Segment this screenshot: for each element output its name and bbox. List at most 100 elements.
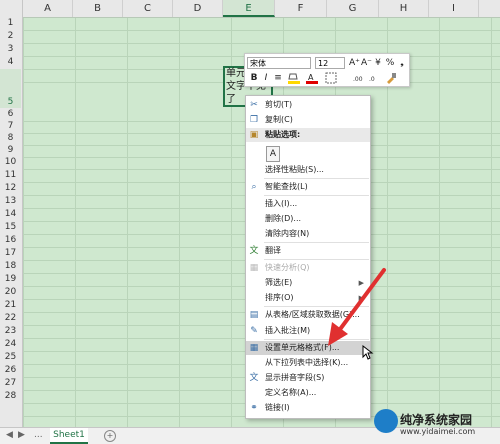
format-painter-button[interactable] <box>385 72 397 84</box>
menu-item-link[interactable]: ⚭ 链接(I) <box>246 401 370 415</box>
menu-item-cut[interactable]: ✂ 剪切(T) <box>246 98 370 112</box>
add-sheet-icon[interactable]: + <box>104 430 116 442</box>
grid-line <box>23 43 500 44</box>
percent-button[interactable]: % <box>385 57 395 69</box>
menu-item-sort[interactable]: 排序(O) ▶ <box>246 291 370 305</box>
column-header-a[interactable]: A <box>23 0 73 17</box>
italic-button[interactable]: I <box>261 72 271 84</box>
row-header[interactable]: 11 <box>0 169 21 182</box>
row-header[interactable]: 12 <box>0 182 21 195</box>
row-header[interactable]: 4 <box>0 56 21 69</box>
menu-separator <box>264 178 369 179</box>
grow-font-button[interactable]: A⁺ <box>349 57 360 69</box>
paste-text-icon: A <box>269 149 277 159</box>
comment-icon: ✎ <box>250 326 258 336</box>
menu-item-quick-analysis: ▦ 快速分析(Q) <box>249 263 310 273</box>
comma-style-button[interactable]: ❟ <box>397 57 407 69</box>
column-header-b[interactable]: B <box>73 0 123 17</box>
column-header-i[interactable]: I <box>429 0 479 17</box>
borders-button[interactable] <box>325 72 337 84</box>
column-header-bar: A B C D E F G H I <box>0 0 500 18</box>
translate-icon: 文 <box>249 246 259 256</box>
column-header-d[interactable]: D <box>173 0 223 17</box>
row-header[interactable]: 2 <box>0 30 21 43</box>
tab-scroll-right-icon[interactable]: ▶ <box>18 430 25 440</box>
menu-item-copy[interactable]: ❐ 复制(C) <box>246 113 370 127</box>
menu-item-format-cells[interactable]: ▦ 设置单元格格式(F)... <box>246 341 370 355</box>
row-header[interactable]: 8 <box>0 132 21 144</box>
link-icon: ⚭ <box>250 403 258 413</box>
sheet-tab-sheet1[interactable]: Sheet1 <box>50 428 88 444</box>
bold-button[interactable]: B <box>249 72 259 84</box>
row-header[interactable]: 10 <box>0 156 21 169</box>
menu-item-filter[interactable]: 筛选(E) ▶ <box>246 276 370 290</box>
row-header[interactable]: 3 <box>0 43 21 56</box>
font-size-select[interactable]: 12 <box>315 57 345 69</box>
watermark-url: www.yidaimei.com <box>400 427 476 436</box>
select-all-corner[interactable] <box>0 0 23 17</box>
decimal-icon: .00 <box>353 76 363 83</box>
menu-item-clear-contents[interactable]: 清除内容(N) <box>246 227 370 241</box>
format-painter-icon <box>387 73 396 84</box>
menu-item-insert-comment[interactable]: ✎ 插入批注(M) <box>246 324 370 338</box>
row-header[interactable]: 26 <box>0 364 21 377</box>
row-header[interactable]: 19 <box>0 273 21 286</box>
row-header[interactable]: 6 <box>0 108 21 120</box>
menu-item-pick-from-list[interactable]: 从下拉列表中选择(K)... <box>246 356 370 370</box>
menu-item-get-data[interactable]: ▤ 从表格/区域获取数据(G)... <box>246 308 370 322</box>
font-color-button[interactable]: A <box>305 72 319 84</box>
menu-item-delete[interactable]: 删除(D)... <box>246 212 370 226</box>
fill-color-button[interactable] <box>287 72 301 84</box>
row-header[interactable]: 5 <box>0 69 21 108</box>
column-header-c[interactable]: C <box>123 0 173 17</box>
mouse-cursor-icon <box>362 345 374 360</box>
increase-decimal-button[interactable]: .0 <box>369 72 381 84</box>
row-header[interactable]: 24 <box>0 338 21 351</box>
watermark: 纯净系统家园 www.yidaimei.com <box>372 403 500 443</box>
row-header[interactable]: 20 <box>0 286 21 299</box>
currency-button[interactable]: ¥ <box>373 57 383 69</box>
row-header[interactable]: 22 <box>0 312 21 325</box>
row-header[interactable]: 7 <box>0 120 21 132</box>
menu-item-insert[interactable]: 插入(I)... <box>246 197 370 211</box>
align-button[interactable]: ≡ <box>273 72 283 84</box>
menu-item-translate[interactable]: 文翻译 <box>246 244 370 258</box>
menu-separator <box>264 195 369 196</box>
shrink-font-button[interactable]: A⁻ <box>361 57 372 69</box>
column-header-f[interactable]: F <box>275 0 327 17</box>
row-header[interactable]: 14 <box>0 208 21 221</box>
row-header[interactable]: 28 <box>0 390 21 403</box>
menu-separator <box>264 339 369 340</box>
search-icon: ⌕ <box>251 182 257 192</box>
row-header[interactable]: 17 <box>0 247 21 260</box>
row-header[interactable]: 18 <box>0 260 21 273</box>
row-header[interactable]: 9 <box>0 144 21 156</box>
column-header-h[interactable]: H <box>379 0 429 17</box>
paste-button[interactable]: A <box>266 146 280 162</box>
row-header[interactable]: 16 <box>0 234 21 247</box>
menu-item-define-name[interactable]: 定义名称(A)... <box>246 386 370 400</box>
submenu-arrow-icon: ▶ <box>358 294 364 302</box>
row-header[interactable]: 21 <box>0 299 21 312</box>
mini-toolbar: 宋体 12 A⁺ A⁻ ¥ % ❟ B I ≡ A .00 .0 <box>244 53 410 87</box>
tab-scroll-left-icon[interactable]: ◀ <box>6 430 13 440</box>
menu-item-paste-special[interactable]: 选择性粘贴(S)... <box>246 163 370 177</box>
row-header[interactable]: 13 <box>0 195 21 208</box>
svg-text:.0: .0 <box>369 76 375 83</box>
row-header[interactable]: 1 <box>0 17 21 30</box>
tab-more-dots[interactable]: ... <box>34 430 43 440</box>
quick-analysis-icon: ▦ <box>249 263 259 273</box>
row-header[interactable]: 25 <box>0 351 21 364</box>
menu-item-phonetic[interactable]: 文显示拼音字段(S) <box>246 371 370 385</box>
row-header[interactable]: 15 <box>0 221 21 234</box>
svg-text:A: A <box>308 73 314 82</box>
font-name-select[interactable]: 宋体 <box>247 57 311 69</box>
menu-header-paste-options: ▣ 粘贴选项: <box>246 128 370 142</box>
row-header[interactable]: 27 <box>0 377 21 390</box>
row-header[interactable]: 23 <box>0 325 21 338</box>
decrease-decimal-button[interactable]: .00 <box>353 72 365 84</box>
menu-item-smart-lookup[interactable]: ⌕ 智能查找(L) <box>246 180 370 194</box>
table-icon: ▤ <box>249 310 259 320</box>
column-header-g[interactable]: G <box>327 0 379 17</box>
column-header-e[interactable]: E <box>223 0 275 17</box>
